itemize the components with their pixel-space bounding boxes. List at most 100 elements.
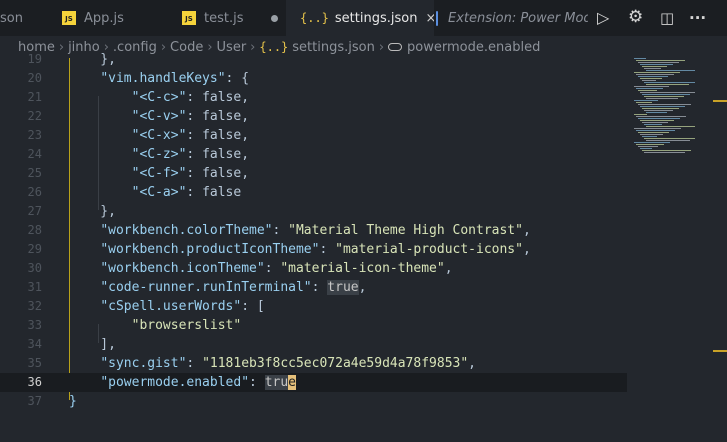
code-text: "sync.gist": "1181eb3f8cc5ec072a4e59d4a7… bbox=[69, 354, 476, 373]
code-line[interactable]: 22 "<C-v>": false, bbox=[0, 107, 627, 126]
code-text: "<C-v>": false, bbox=[69, 107, 249, 126]
minimap-line bbox=[636, 144, 664, 145]
line-number: 35 bbox=[27, 356, 42, 370]
code-line[interactable]: 27 }, bbox=[0, 202, 627, 221]
code-token: "<C-c>" bbox=[131, 90, 187, 105]
tab-label: settings.json bbox=[334, 10, 418, 26]
minimap-line bbox=[642, 66, 667, 67]
line-number: 22 bbox=[27, 109, 42, 123]
more-actions-icon[interactable]: ··· bbox=[689, 9, 706, 27]
code-line[interactable]: 23 "<C-x>": false, bbox=[0, 126, 627, 145]
code-text: "browserslist" bbox=[69, 316, 242, 335]
line-number: 31 bbox=[27, 280, 42, 294]
js-icon: JS bbox=[182, 11, 196, 25]
run-icon[interactable]: ▷ bbox=[597, 8, 609, 27]
minimap-line bbox=[636, 74, 674, 75]
line-number: 19 bbox=[27, 52, 42, 66]
split-editor-icon[interactable]: ◫ bbox=[660, 9, 674, 27]
minimap-line bbox=[646, 84, 689, 85]
minimap-line bbox=[646, 98, 678, 99]
code-text: "powermode.enabled": true bbox=[69, 373, 296, 392]
line-number: 24 bbox=[27, 147, 42, 161]
code-line[interactable]: 37} bbox=[0, 392, 627, 411]
code-token: , bbox=[444, 261, 453, 276]
code-line[interactable]: 34 ], bbox=[0, 335, 627, 354]
tab-label: App.js bbox=[84, 10, 124, 26]
code-line[interactable]: 31 "code-runner.runInTerminal": true, bbox=[0, 278, 627, 297]
code-token: ], bbox=[69, 337, 116, 352]
minimap-line bbox=[640, 92, 695, 93]
code-line[interactable]: 29 "workbench.productIconTheme": "materi… bbox=[0, 240, 627, 259]
minimap-line bbox=[636, 116, 686, 117]
code-line[interactable]: 33 "browserslist" bbox=[0, 316, 627, 335]
minimap[interactable] bbox=[632, 58, 697, 158]
minimap-line bbox=[644, 96, 684, 97]
extension-page-icon bbox=[436, 10, 438, 26]
code-line[interactable]: 35 "sync.gist": "1181eb3f8cc5ec072a4e59d… bbox=[0, 354, 627, 373]
line-number: 37 bbox=[27, 394, 42, 408]
code-text: "<C-z>": false, bbox=[69, 145, 249, 164]
code-text: "workbench.iconTheme": "material-icon-th… bbox=[69, 259, 453, 278]
code-token: : false, bbox=[186, 90, 250, 105]
code-text: ], bbox=[69, 335, 116, 354]
code-line[interactable]: 25 "<C-f>": false, bbox=[0, 164, 627, 183]
tab-test-js[interactable]: JS test.js bbox=[182, 0, 282, 36]
code-token: "material-icon-theme" bbox=[280, 261, 445, 276]
code-token: : false bbox=[186, 185, 242, 200]
minimap-line bbox=[636, 130, 675, 131]
minimap-line bbox=[644, 68, 661, 69]
tab-bar: son JS App.js JS test.js {..} settings.j… bbox=[0, 0, 727, 36]
line-number: 28 bbox=[27, 223, 42, 237]
tab-json-partial[interactable]: son bbox=[0, 0, 42, 36]
code-text: "cSpell.userWords": [ bbox=[69, 297, 264, 316]
line-number: 36 bbox=[27, 375, 42, 389]
tab-settings-json[interactable]: {..} settings.json × bbox=[286, 0, 434, 36]
code-token: "material-product-icons" bbox=[335, 242, 523, 257]
code-token: : false, bbox=[186, 166, 250, 181]
code-token: "<C-f>" bbox=[131, 166, 187, 181]
code-line[interactable]: 21 "<C-c>": false, bbox=[0, 88, 627, 107]
code-text: "workbench.productIconTheme": "material-… bbox=[69, 240, 530, 259]
code-line[interactable]: 26 "<C-a>": false bbox=[0, 183, 627, 202]
line-number: 34 bbox=[27, 337, 42, 351]
tab-extension-power-mode[interactable]: Extension: Power Mode bbox=[436, 0, 588, 36]
scrollbar-marker bbox=[713, 350, 727, 352]
code-line[interactable]: 30 "workbench.iconTheme": "material-icon… bbox=[0, 259, 627, 278]
minimap-line bbox=[634, 114, 647, 115]
code-token: "sync.gist" bbox=[100, 356, 187, 371]
code-line[interactable]: 20 "vim.handleKeys": { bbox=[0, 69, 627, 88]
minimap-line bbox=[634, 72, 680, 73]
tab-label: Extension: Power Mode bbox=[448, 10, 588, 26]
code-line[interactable]: 19 }, bbox=[0, 50, 627, 69]
code-token: : false, bbox=[186, 147, 250, 162]
minimap-line bbox=[634, 128, 681, 129]
code-token: : bbox=[311, 280, 328, 295]
vertical-scrollbar[interactable] bbox=[713, 58, 727, 442]
minimap-line bbox=[634, 100, 658, 101]
code-token: "cSpell.userWords" bbox=[100, 299, 242, 314]
line-number: 32 bbox=[27, 299, 42, 313]
code-line[interactable]: 36 "powermode.enabled": true bbox=[0, 373, 627, 392]
line-number: 21 bbox=[27, 90, 42, 104]
code-line[interactable]: 24 "<C-z>": false, bbox=[0, 145, 627, 164]
code-line[interactable]: 32 "cSpell.userWords": [ bbox=[0, 297, 627, 316]
minimap-line bbox=[634, 142, 670, 143]
tab-app-js[interactable]: JS App.js bbox=[62, 0, 162, 36]
code-token: "<C-v>" bbox=[131, 109, 187, 124]
js-icon: JS bbox=[62, 11, 76, 25]
code-token: : false, bbox=[186, 109, 250, 124]
code-editor[interactable]: 19 }, 20 "vim.handleKeys": {21 "<C-c>": f… bbox=[0, 52, 727, 442]
close-icon[interactable]: × bbox=[425, 11, 434, 26]
gear-icon[interactable]: ⚙ bbox=[628, 7, 643, 27]
code-token: "workbench.iconTheme" bbox=[100, 261, 265, 276]
code-text: } bbox=[69, 392, 77, 411]
code-token: true bbox=[327, 280, 359, 295]
code-token: "workbench.productIconTheme" bbox=[100, 242, 320, 257]
minimap-line bbox=[638, 118, 680, 119]
editor-actions: ▷ ⚙ ◫ ··· bbox=[588, 0, 727, 36]
minimap-line bbox=[642, 80, 656, 81]
modified-dot-icon[interactable] bbox=[271, 14, 279, 22]
code-line[interactable]: 28 "workbench.colorTheme": "Material The… bbox=[0, 221, 627, 240]
